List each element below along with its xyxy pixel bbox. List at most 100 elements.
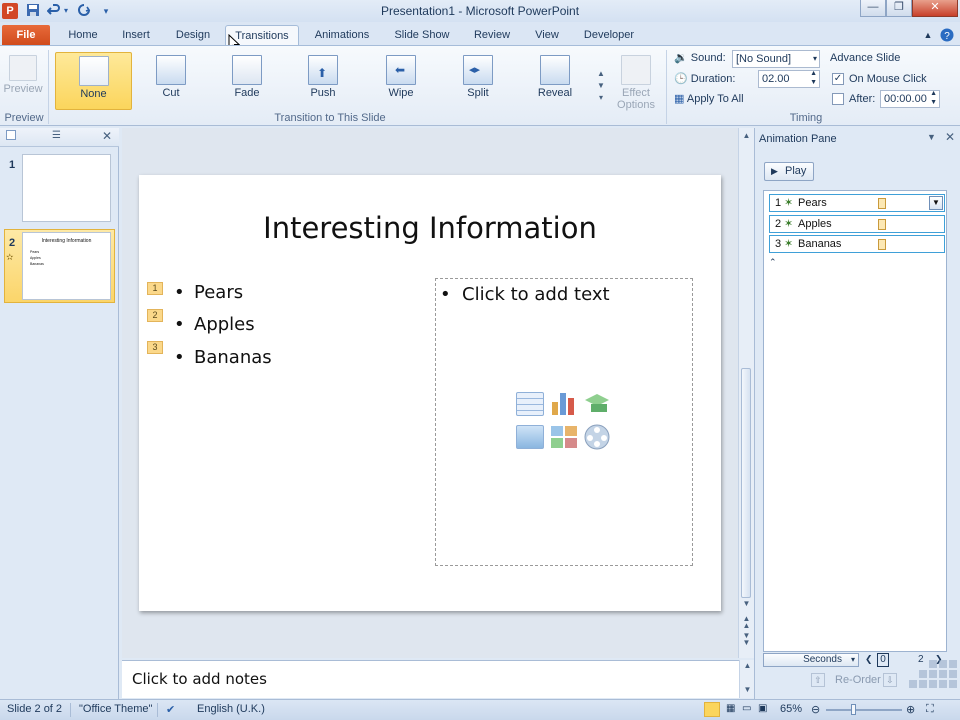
duration-input[interactable]: 02.00 ▲ ▼ — [758, 70, 820, 88]
animation-tag[interactable]: 3 — [147, 341, 163, 354]
slide-canvas[interactable]: Interesting Information 1 • Pears 2 • Appl… — [139, 175, 721, 611]
after-spinner-icon[interactable]: ▲ ▼ — [930, 89, 937, 107]
minimize-button[interactable]: — — [860, 0, 886, 17]
tab-developer[interactable]: Developer — [577, 25, 641, 46]
slide-number: 2 — [9, 237, 16, 249]
notes-scroll-down-icon[interactable]: ▼ — [740, 684, 755, 696]
tab-design[interactable]: Design — [168, 25, 218, 46]
tab-animations[interactable]: Animations — [307, 25, 377, 46]
spelling-check-icon[interactable]: ✔ — [166, 703, 175, 716]
notes-scrollbar[interactable]: ▲ ▼ — [739, 660, 755, 698]
insert-chart-icon[interactable] — [550, 390, 578, 415]
language[interactable]: English (U.K.) — [197, 703, 265, 715]
transition-push-button[interactable]: ⬆ Push — [292, 52, 354, 102]
tab-view[interactable]: View — [525, 25, 569, 46]
seconds-dropdown[interactable]: Seconds ▾ — [763, 653, 859, 667]
notes-pane[interactable]: Click to add notes — [122, 660, 739, 698]
minimize-ribbon-icon[interactable]: ▲ — [920, 25, 936, 46]
slide-thumbnail-2[interactable]: Interesting Information Pears Apples Ban… — [22, 232, 111, 300]
slides-tab-icon[interactable] — [6, 130, 16, 140]
gallery-down-icon[interactable]: ▼ — [595, 80, 607, 92]
animation-item[interactable]: 3 ✶ Bananas — [769, 235, 945, 253]
insert-media-icon[interactable] — [583, 423, 611, 450]
bullet-item[interactable]: • Apples — [174, 314, 255, 335]
effect-options-button[interactable]: Effect Options — [612, 52, 660, 111]
insert-table-icon[interactable] — [516, 392, 544, 416]
timing-bar[interactable] — [878, 239, 886, 250]
slide-title[interactable]: Interesting Information — [139, 211, 721, 245]
preview-button[interactable]: Preview — [2, 52, 44, 102]
scroll-up-icon[interactable]: ▲ — [739, 128, 754, 143]
gallery-up-icon[interactable]: ▲ — [595, 68, 607, 80]
animation-number: 3 — [775, 238, 782, 250]
sound-select[interactable]: [No Sound] ▾ — [732, 50, 820, 68]
apply-to-all-button[interactable]: ▦ Apply To All — [674, 90, 744, 108]
transition-none-button[interactable]: None — [55, 52, 132, 110]
slide-sorter-icon[interactable]: ▦ — [726, 703, 735, 714]
reading-view-icon[interactable]: ▭ — [742, 703, 751, 714]
close-panel-icon[interactable]: ✕ — [102, 129, 112, 143]
notes-scroll-up-icon[interactable]: ▲ — [740, 660, 755, 672]
animation-tag[interactable]: 1 — [147, 282, 163, 295]
scroll-down-icon[interactable]: ▼ — [739, 596, 754, 611]
animation-pane: Animation Pane ▼ ✕ ▶ Play 1 ✶ Pears ▼ 2 … — [754, 128, 960, 700]
maximize-button[interactable]: ❐ — [886, 0, 912, 17]
timing-bar[interactable] — [878, 219, 886, 230]
insert-smartart-icon[interactable] — [583, 392, 611, 416]
item-dropdown-icon[interactable]: ▼ — [929, 196, 943, 210]
transition-split-button[interactable]: ◂▸ Split — [447, 52, 509, 102]
transition-reveal-button[interactable]: Reveal — [524, 52, 586, 102]
scroll-thumb[interactable] — [741, 368, 751, 598]
zoom-slider-thumb[interactable] — [851, 704, 856, 715]
animation-item[interactable]: 2 ✶ Apples — [769, 215, 945, 233]
zoom-out-icon[interactable]: ⊖ — [811, 703, 820, 716]
on-mouse-click-checkbox[interactable]: ✓ — [832, 73, 844, 85]
animation-item[interactable]: 1 ✶ Pears ▼ — [769, 194, 945, 212]
move-down-icon[interactable]: ⇩ — [883, 673, 897, 687]
move-up-icon[interactable]: ⇧ — [811, 673, 825, 687]
transition-fade-icon — [232, 55, 262, 85]
after-checkbox[interactable] — [832, 93, 844, 105]
transition-wipe-button[interactable]: ⬅ Wipe — [370, 52, 432, 102]
ribbon-tabs: File Home Insert Design Transitions Anim… — [0, 22, 960, 52]
play-button[interactable]: ▶ Play — [764, 162, 814, 181]
transition-fade-button[interactable]: Fade — [216, 52, 278, 102]
tab-file[interactable]: File — [2, 25, 50, 46]
fit-to-window-icon[interactable]: ⛶ — [926, 703, 934, 716]
transition-cut-button[interactable]: Cut — [140, 52, 202, 102]
insert-picture-icon[interactable] — [516, 425, 544, 449]
bullet-item[interactable]: • Bananas — [174, 347, 272, 368]
zoom-in-icon[interactable]: ⊕ — [906, 703, 915, 716]
tab-review[interactable]: Review — [467, 25, 517, 46]
clock-icon: 🕒 — [674, 73, 688, 85]
after-input[interactable]: 00:00.00 ▲ ▼ — [880, 90, 940, 108]
previous-slide-icon[interactable]: ▲ ▲ — [739, 615, 754, 630]
tab-home[interactable]: Home — [60, 25, 106, 46]
help-icon[interactable]: ? — [938, 25, 956, 46]
insert-clipart-icon[interactable] — [550, 425, 578, 449]
slide-scrollbar[interactable]: ▲ ▼ ▲ ▲ ▼ ▼ — [738, 128, 754, 658]
theme-name[interactable]: "Office Theme" — [79, 703, 152, 715]
close-pane-icon[interactable]: ✕ — [945, 130, 955, 144]
tab-slide-show[interactable]: Slide Show — [387, 25, 457, 46]
duration-spinner-icon[interactable]: ▲ ▼ — [810, 69, 817, 87]
timing-group-label: Timing — [789, 112, 823, 124]
effect-star-icon: ✶ — [784, 218, 794, 230]
gallery-more-icon[interactable]: ▾ — [595, 92, 607, 104]
slide-thumbnail-1[interactable] — [22, 154, 111, 222]
bullet-item[interactable]: • Pears — [174, 282, 243, 303]
pane-options-icon[interactable]: ▼ — [927, 132, 936, 142]
collapse-icon[interactable]: ⌃ — [769, 257, 777, 268]
timing-bar[interactable] — [878, 198, 886, 209]
zoom-slider[interactable] — [826, 709, 902, 711]
animation-tag[interactable]: 2 — [147, 309, 163, 322]
next-slide-icon[interactable]: ▼ ▼ — [739, 632, 754, 647]
slide-show-icon[interactable]: ▣ — [758, 703, 767, 714]
timeline-left-icon[interactable]: ❮ — [865, 654, 873, 665]
outline-tab-icon[interactable]: ☰ — [52, 130, 61, 141]
close-button[interactable]: ✕ — [912, 0, 958, 17]
normal-view-icon[interactable] — [704, 702, 720, 717]
content-placeholder[interactable]: • Click to add text — [435, 278, 693, 566]
zoom-level[interactable]: 65% — [780, 703, 802, 715]
tab-insert[interactable]: Insert — [112, 25, 160, 46]
